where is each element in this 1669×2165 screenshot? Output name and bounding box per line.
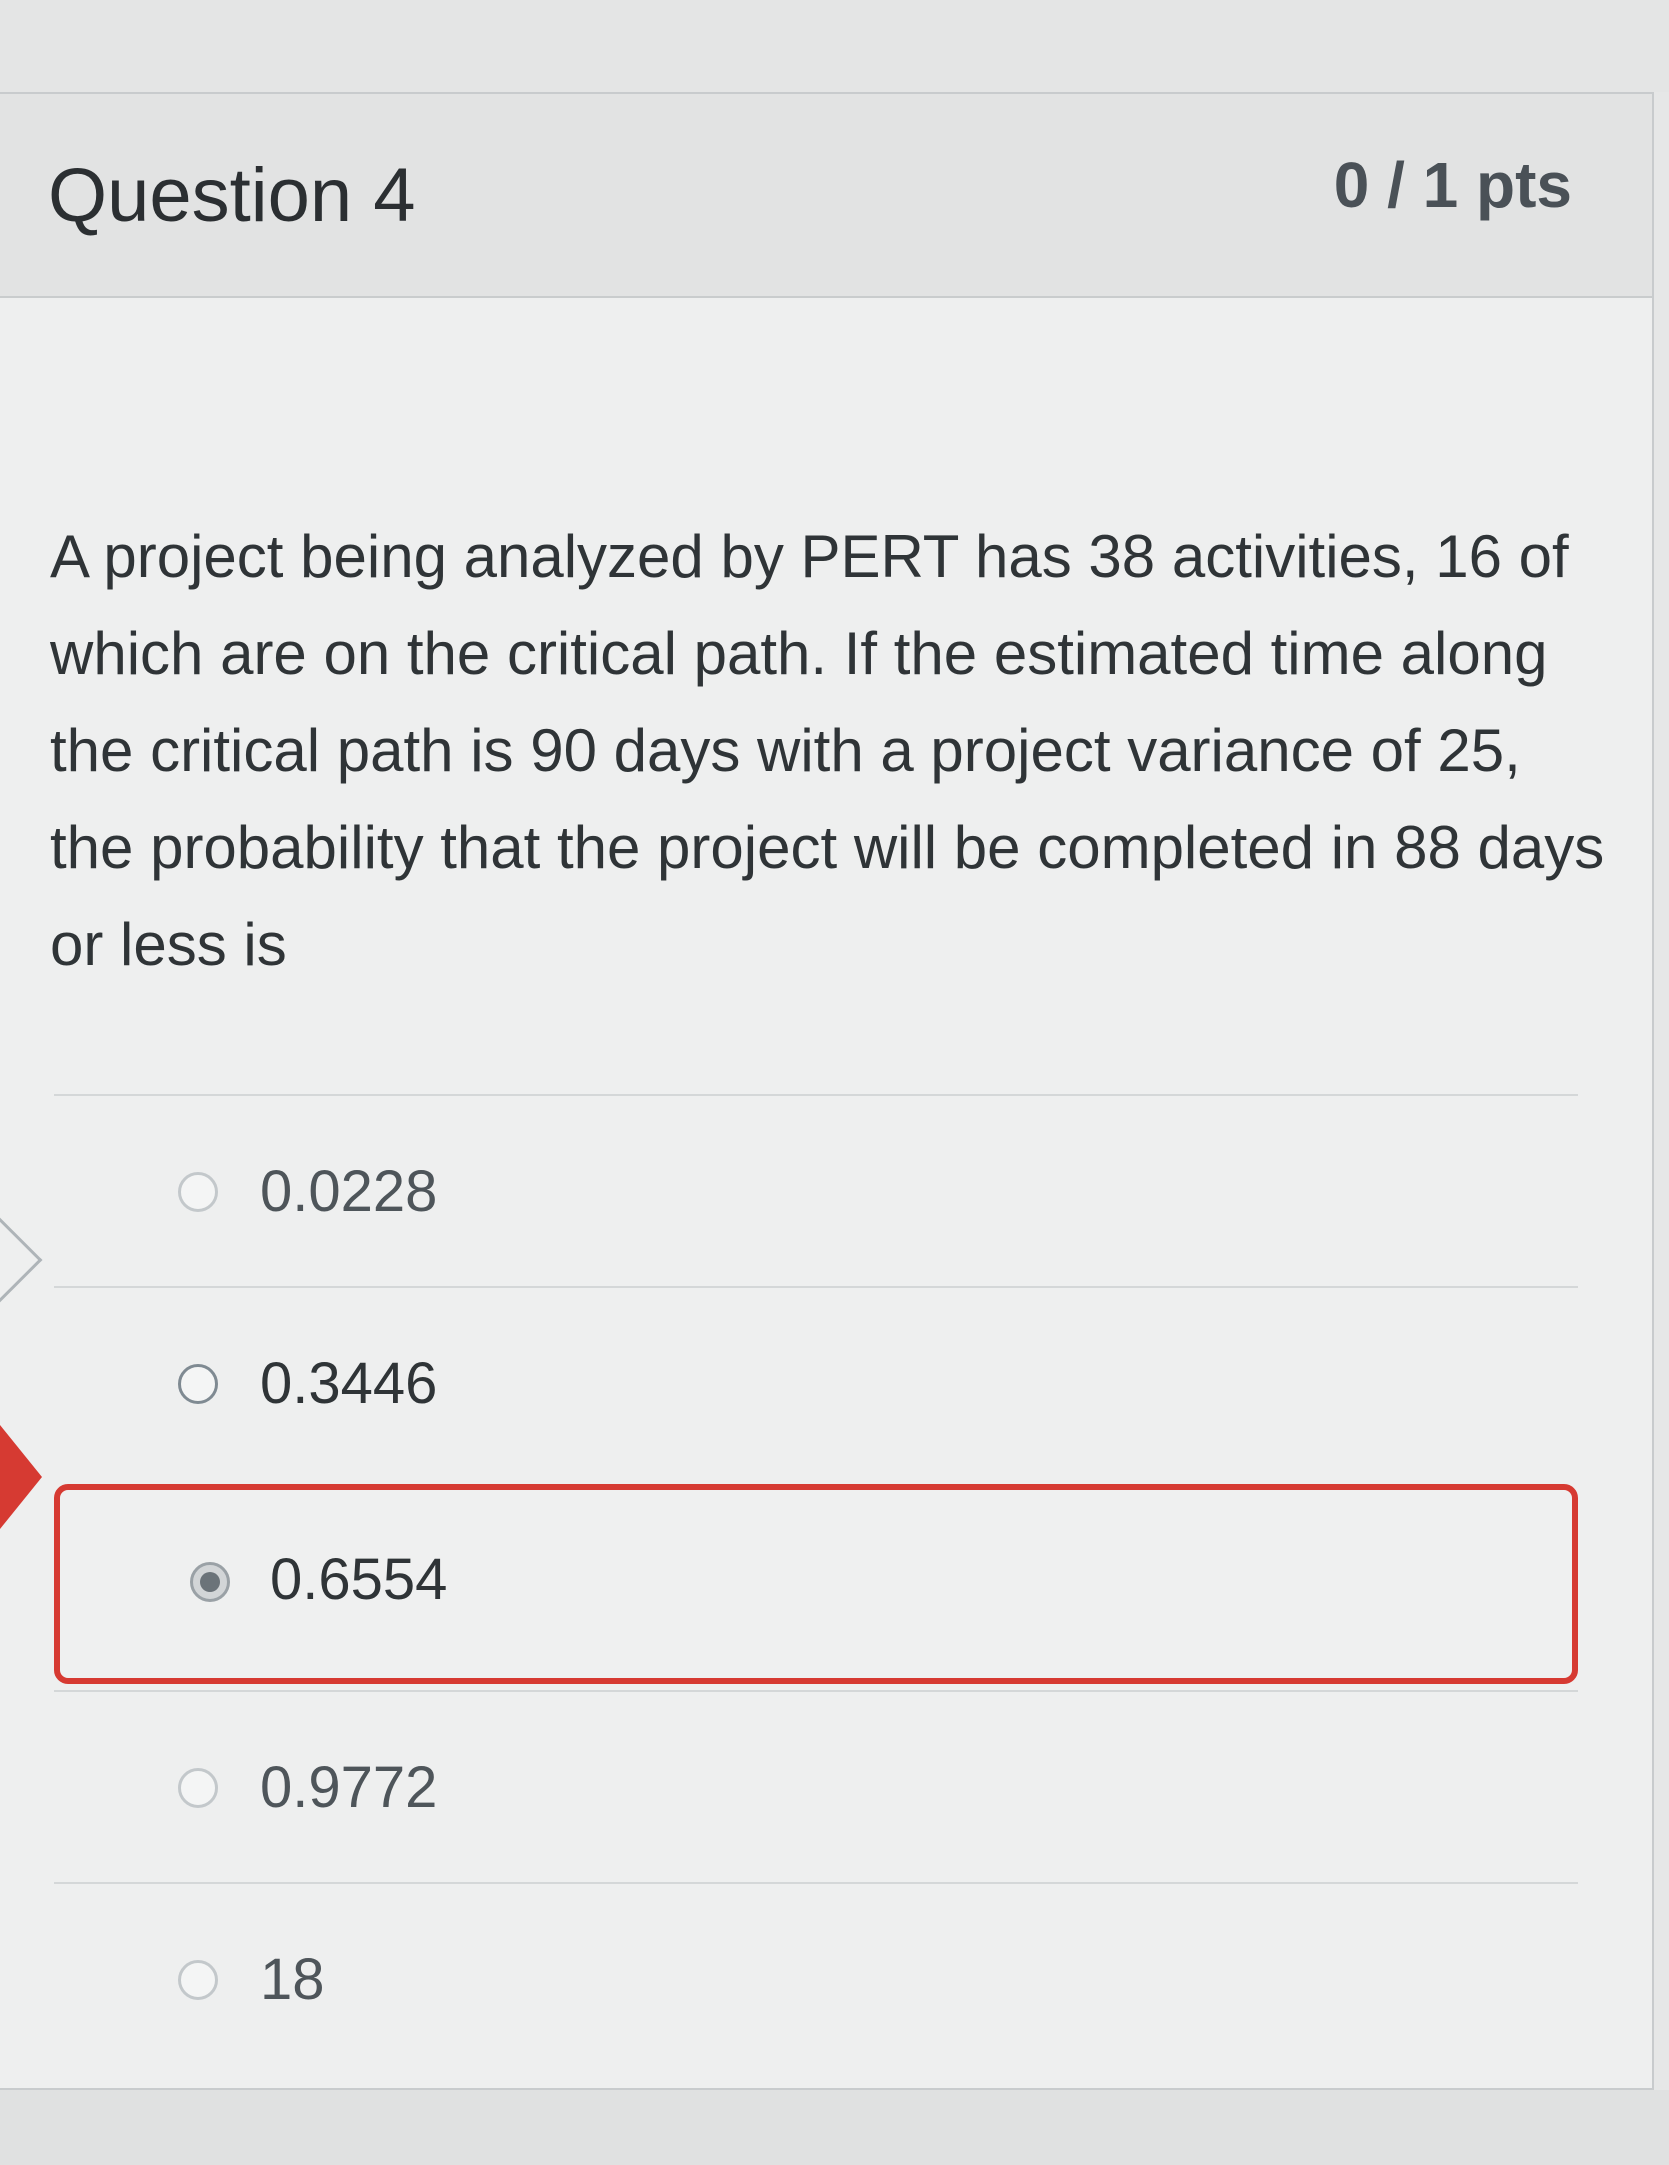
page-bottom-area (0, 2090, 1669, 2165)
radio-button-icon[interactable] (178, 1768, 218, 1808)
radio-button-icon[interactable] (178, 1172, 218, 1212)
radio-button-icon[interactable] (178, 1364, 218, 1404)
answer-label: 0.3446 (260, 1351, 438, 1416)
question-header: Question 4 0 / 1 pts (0, 94, 1652, 298)
incorrect-answer-arrow-icon (0, 1425, 42, 1529)
answer-list: 0.0228 0.3446 0.6554 0.9772 18 (54, 1094, 1578, 2074)
answer-label: 18 (260, 1947, 325, 2012)
answer-label: 0.0228 (260, 1159, 438, 1224)
answer-option[interactable]: 0.9772 (54, 1692, 1578, 1882)
question-title: Question 4 (48, 153, 416, 238)
answer-label: 0.9772 (260, 1755, 438, 1820)
answer-option-selected[interactable]: 0.6554 (54, 1484, 1578, 1684)
answer-option[interactable]: 0.0228 (54, 1096, 1578, 1286)
radio-selected-dot (200, 1572, 220, 1592)
question-text: A project being analyzed by PERT has 38 … (50, 523, 1605, 978)
answer-label: 0.6554 (270, 1547, 448, 1612)
answer-option[interactable]: 0.3446 (54, 1288, 1578, 1478)
answer-option[interactable]: 18 (54, 1884, 1578, 2074)
page-top-area (0, 0, 1669, 92)
radio-button-icon[interactable] (178, 1960, 218, 2000)
question-card: Question 4 0 / 1 pts A project being ana… (0, 92, 1654, 2090)
radio-button-icon[interactable] (190, 1562, 230, 1602)
question-points: 0 / 1 pts (1333, 149, 1572, 221)
